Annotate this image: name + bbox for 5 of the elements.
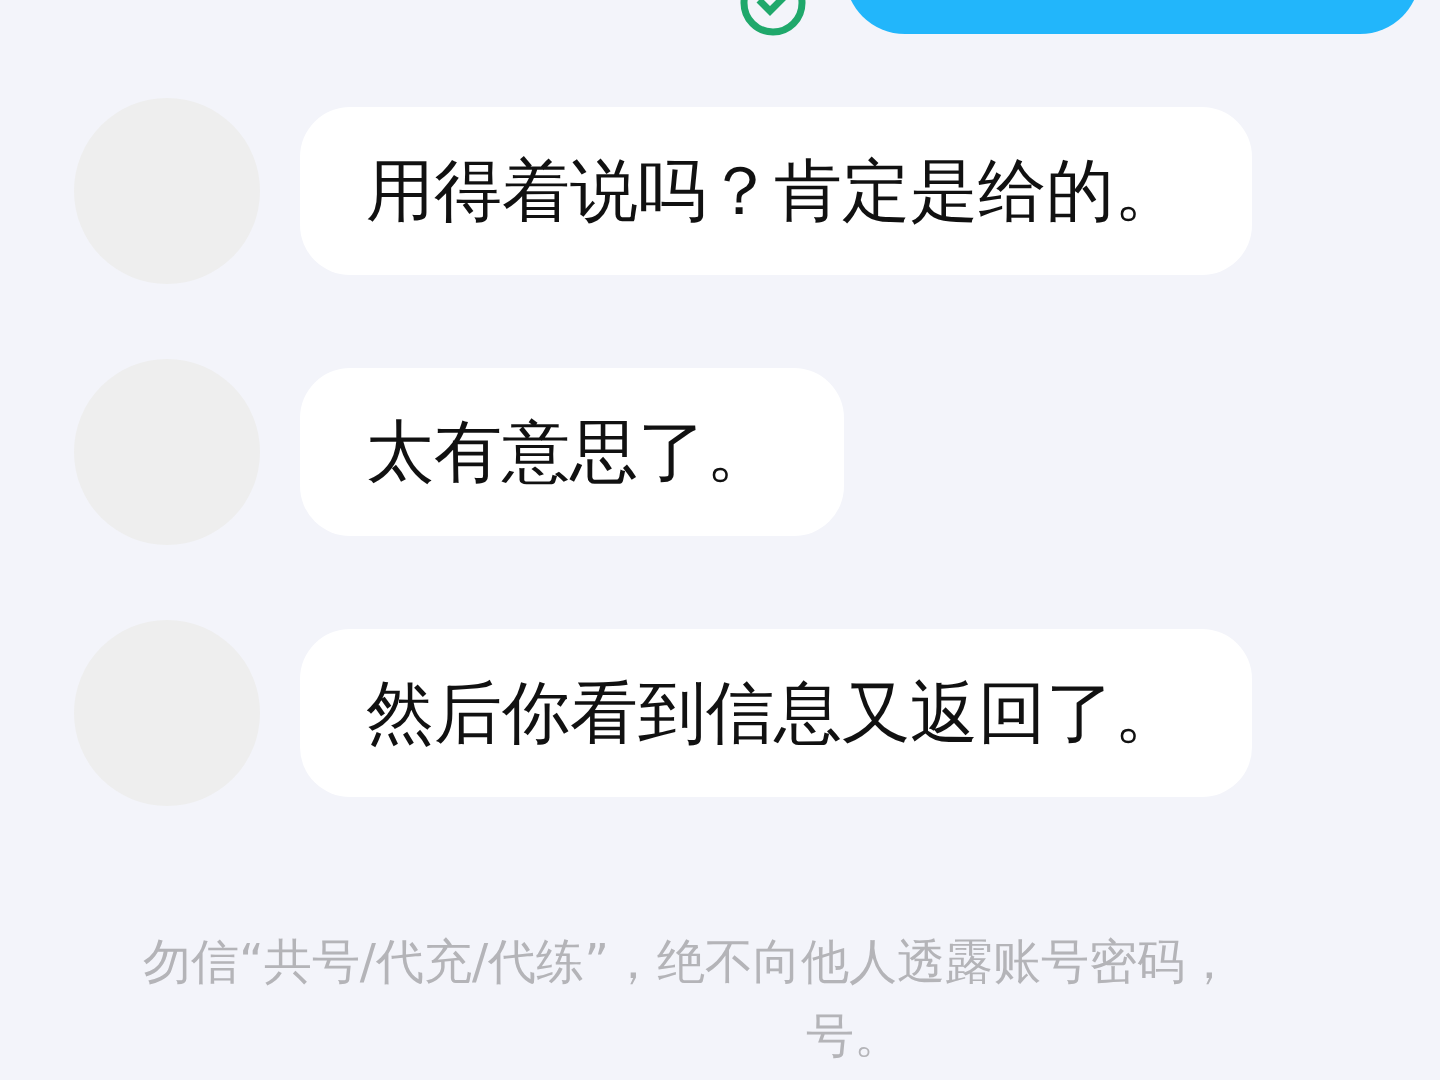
message-bubble: 然后你看到信息又返回了。 [300, 629, 1252, 797]
message-bubble: 用得着说吗？肯定是给的。 [300, 107, 1252, 275]
notice-text: 勿信“共号/代充/代练”，绝不向他人透露账号密码， [143, 932, 1234, 991]
notice-text: 号。 [806, 1006, 902, 1065]
message-bubble: 太有意思了。 [300, 368, 844, 536]
